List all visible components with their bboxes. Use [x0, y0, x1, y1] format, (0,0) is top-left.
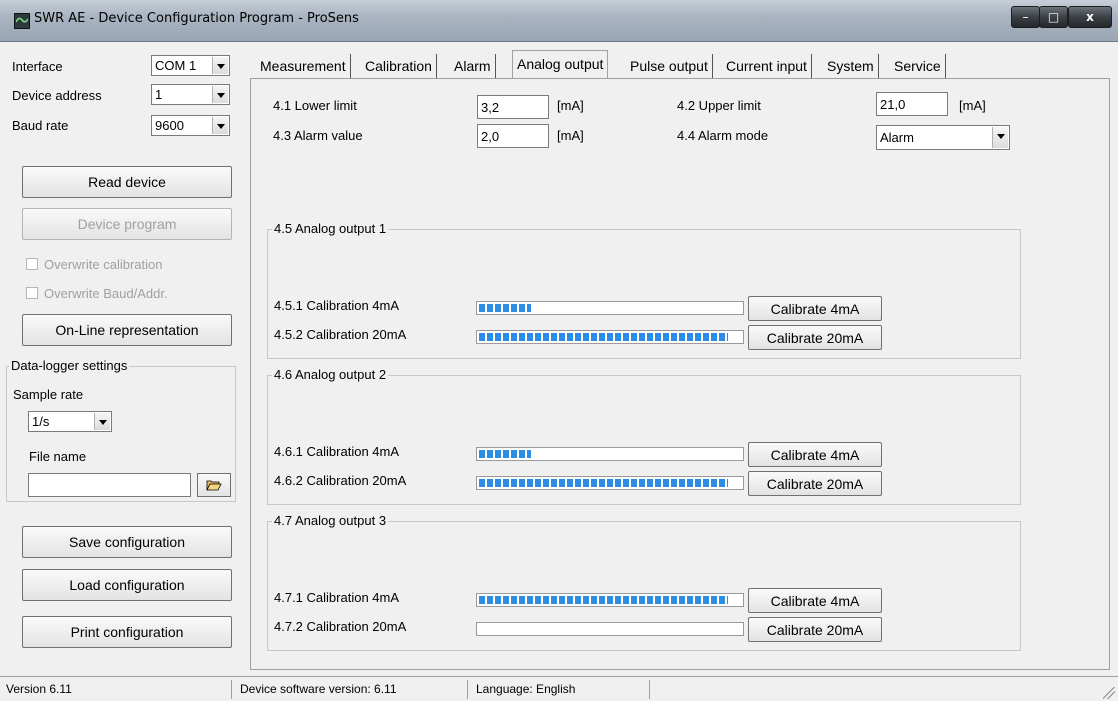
- progress-fill: [479, 333, 728, 341]
- analog-output-group: 4.6 Analog output 2 4.6.1 Calibration 4mA…: [267, 367, 1021, 505]
- status-bar: Version 6.11 Device software version: 6.…: [0, 676, 1118, 701]
- progress-fill: [479, 596, 728, 604]
- resize-grip[interactable]: [1103, 687, 1115, 699]
- tab-control: Measurement Calibration Alarm Analog out…: [248, 48, 1110, 673]
- app-window: SWR AE - Device Configuration Program - …: [0, 0, 1118, 701]
- lower-limit-label: 4.1 Lower limit: [273, 98, 357, 113]
- overwrite-calibration-checkbox[interactable]: Overwrite calibration: [26, 257, 163, 272]
- overwrite-baud-addr-checkbox[interactable]: Overwrite Baud/Addr.: [26, 286, 168, 301]
- chevron-down-icon[interactable]: [212, 86, 228, 103]
- analog-output-title: 4.6 Analog output 2: [272, 367, 389, 382]
- calibrate-20ma-button[interactable]: Calibrate 20mA: [748, 617, 882, 642]
- read-device-button[interactable]: Read device: [22, 166, 232, 198]
- sample-rate-value: 1/s: [32, 414, 50, 429]
- calibration-4ma-label: 4.5.1 Calibration 4mA: [274, 298, 400, 313]
- checkbox-box[interactable]: [26, 287, 38, 299]
- app-icon: [14, 13, 30, 29]
- calibration-4ma-progress: [476, 301, 744, 315]
- save-configuration-button[interactable]: Save configuration: [22, 526, 232, 558]
- tab-calibration[interactable]: Calibration: [361, 54, 437, 79]
- calibration-20ma-label: 4.7.2 Calibration 20mA: [274, 619, 407, 634]
- print-configuration-button[interactable]: Print configuration: [22, 616, 232, 648]
- chevron-down-icon[interactable]: [992, 127, 1008, 148]
- chevron-down-icon[interactable]: [212, 117, 228, 134]
- baud-rate-label: Baud rate: [12, 118, 69, 133]
- calibration-20ma-label: 4.5.2 Calibration 20mA: [274, 327, 407, 342]
- client-area: Interface COM 1 Device address 1 Baud ra…: [6, 42, 1114, 694]
- calibration-4ma-label: 4.6.1 Calibration 4mA: [274, 444, 400, 459]
- calibrate-20ma-button[interactable]: Calibrate 20mA: [748, 471, 882, 496]
- sample-rate-select[interactable]: 1/s: [28, 411, 112, 432]
- checkbox-box[interactable]: [26, 258, 38, 270]
- status-device-software: Device software version: 6.11: [234, 680, 468, 699]
- tab-pulse-output[interactable]: Pulse output: [626, 54, 713, 79]
- calibration-4ma-label: 4.7.1 Calibration 4mA: [274, 590, 400, 605]
- minimize-button[interactable]: –: [1011, 6, 1040, 28]
- baud-rate-select[interactable]: 9600: [151, 115, 230, 136]
- device-program-button[interactable]: Device program: [22, 208, 232, 240]
- alarm-mode-value: Alarm: [880, 130, 914, 145]
- alarm-value-unit: [mA]: [557, 128, 584, 143]
- alarm-value-input[interactable]: 2,0: [477, 124, 549, 148]
- tab-analog-output[interactable]: Analog output: [512, 50, 609, 80]
- maximize-button[interactable]: □: [1039, 6, 1068, 28]
- progress-fill: [479, 304, 531, 312]
- load-configuration-button[interactable]: Load configuration: [22, 569, 232, 601]
- calibration-20ma-progress: [476, 476, 744, 490]
- calibration-20ma-progress: [476, 330, 744, 344]
- alarm-mode-label: 4.4 Alarm mode: [677, 128, 769, 143]
- interface-select[interactable]: COM 1: [151, 55, 230, 76]
- datalogger-title: Data-logger settings: [9, 358, 130, 373]
- analog-output-panel: 4.1 Lower limit 3,2 [mA] 4.2 Upper limit…: [250, 78, 1110, 670]
- device-address-select[interactable]: 1: [151, 84, 230, 105]
- sample-rate-label: Sample rate: [13, 387, 84, 402]
- status-version: Version 6.11: [0, 680, 232, 699]
- alarm-mode-select[interactable]: Alarm: [876, 125, 1010, 150]
- analog-output-group: 4.5 Analog output 1 4.5.1 Calibration 4mA…: [267, 221, 1021, 359]
- online-representation-button[interactable]: On-Line representation: [22, 314, 232, 346]
- upper-limit-unit: [mA]: [959, 98, 986, 113]
- calibrate-4ma-button[interactable]: Calibrate 4mA: [748, 588, 882, 613]
- tab-system[interactable]: System: [823, 54, 879, 79]
- title-bar[interactable]: SWR AE - Device Configuration Program - …: [0, 0, 1118, 42]
- baud-rate-value: 9600: [155, 118, 184, 133]
- chevron-down-icon[interactable]: [94, 413, 110, 430]
- upper-limit-input[interactable]: 21,0: [876, 92, 948, 116]
- browse-folder-button[interactable]: [197, 473, 231, 497]
- datalogger-group: Data-logger settings Sample rate 1/s Fil…: [6, 358, 236, 502]
- interface-value: COM 1: [155, 58, 197, 73]
- close-button[interactable]: x: [1068, 6, 1112, 28]
- progress-fill: [479, 450, 531, 458]
- status-language: Language: English: [470, 680, 650, 699]
- lower-limit-unit: [mA]: [557, 98, 584, 113]
- calibrate-4ma-button[interactable]: Calibrate 4mA: [748, 296, 882, 321]
- analog-output-title: 4.5 Analog output 1: [272, 221, 389, 236]
- analog-output-title: 4.7 Analog output 3: [272, 513, 389, 528]
- calibration-4ma-progress: [476, 447, 744, 461]
- tab-current-input[interactable]: Current input: [722, 54, 812, 79]
- tab-service[interactable]: Service: [890, 54, 946, 79]
- calibration-20ma-progress: [476, 622, 744, 636]
- device-address-value: 1: [155, 87, 163, 102]
- analog-output-group: 4.7 Analog output 3 4.7.1 Calibration 4mA…: [267, 513, 1021, 651]
- calibration-4ma-progress: [476, 593, 744, 607]
- progress-fill: [479, 479, 728, 487]
- tab-alarm[interactable]: Alarm: [450, 54, 496, 79]
- lower-limit-input[interactable]: 3,2: [477, 95, 549, 119]
- tab-measurement[interactable]: Measurement: [256, 54, 351, 79]
- alarm-value-label: 4.3 Alarm value: [273, 128, 363, 143]
- file-name-label: File name: [29, 449, 87, 464]
- device-address-label: Device address: [12, 88, 102, 103]
- calibrate-4ma-button[interactable]: Calibrate 4mA: [748, 442, 882, 467]
- window-title: SWR AE - Device Configuration Program - …: [34, 11, 359, 26]
- calibration-20ma-label: 4.6.2 Calibration 20mA: [274, 473, 407, 488]
- chevron-down-icon[interactable]: [212, 57, 228, 74]
- interface-label: Interface: [12, 59, 63, 74]
- calibrate-20ma-button[interactable]: Calibrate 20mA: [748, 325, 882, 350]
- upper-limit-label: 4.2 Upper limit: [677, 98, 761, 113]
- folder-open-icon: [206, 480, 222, 491]
- file-name-input[interactable]: [28, 473, 191, 497]
